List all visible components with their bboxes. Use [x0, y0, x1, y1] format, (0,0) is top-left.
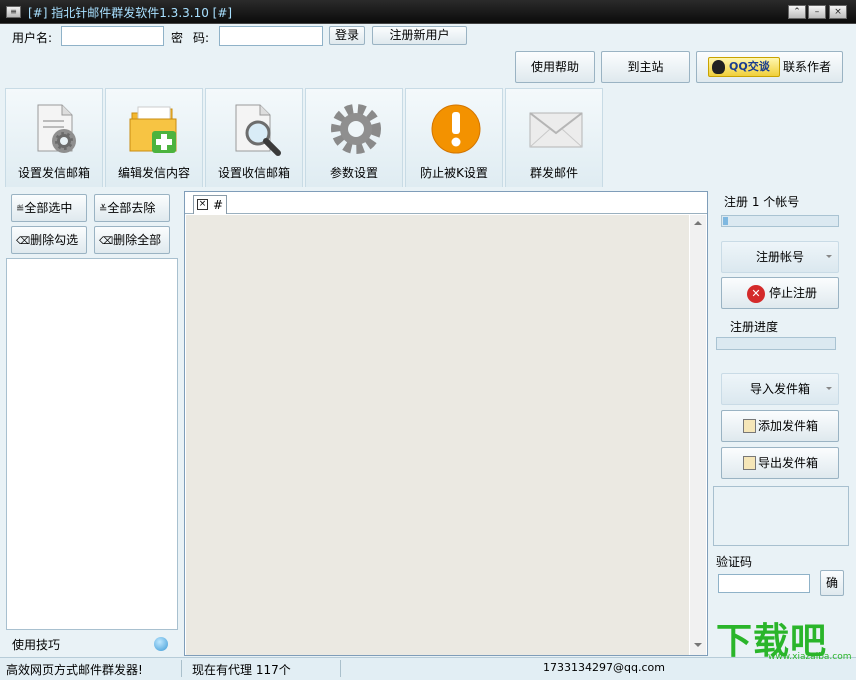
- tab-label: #: [213, 198, 224, 212]
- stop-register-button[interactable]: ✕ 停止注册: [721, 277, 839, 309]
- tab-main[interactable]: × #: [193, 195, 227, 214]
- close-button[interactable]: ×: [829, 5, 847, 19]
- import-sender-label: 导入发件箱: [749, 382, 810, 396]
- register-count-progress-fill: [723, 217, 728, 225]
- sender-list[interactable]: [6, 258, 178, 630]
- register-count-progress: [721, 215, 839, 227]
- window-title: [#] 指北针邮件群发软件1.3.3.10 [#]: [28, 6, 233, 20]
- tool-label: 防止被K设置: [420, 166, 488, 180]
- contact-author-button[interactable]: QQ交谈 联系作者: [696, 51, 843, 83]
- usage-tips-label[interactable]: 使用技巧: [12, 636, 60, 653]
- select-all-label: 全部选中: [24, 201, 73, 215]
- register-panel: 注册 1 个帐号 注册帐号 ✕ 停止注册 注册进度 导入发件箱 添加发件箱 导出…: [710, 188, 852, 656]
- sender-panel: ≝全部选中 ≚全部去除 ⌫删除勾选 ⌫删除全部 使用技巧: [4, 188, 180, 656]
- main-toolbar: 设置发信邮箱 编辑发信内容 设置收信邮箱 参数设置 防止被K设置 群发邮件: [4, 88, 851, 187]
- warning-icon: [431, 104, 481, 154]
- register-log-box: [713, 486, 849, 546]
- gear-icon: [331, 104, 381, 154]
- tool-label: 群发邮件: [529, 166, 578, 180]
- register-count-label: 注册 1 个帐号: [724, 195, 800, 209]
- homepage-button[interactable]: 到主站: [601, 51, 690, 83]
- captcha-label: 验证码: [716, 555, 753, 569]
- qq-penguin-icon: [712, 60, 725, 74]
- qq-chat-badge: QQ交谈: [708, 57, 780, 77]
- tool-anti-block[interactable]: 防止被K设置: [405, 88, 503, 187]
- register-account-button[interactable]: 注册帐号: [721, 241, 839, 273]
- status-divider: [340, 660, 341, 677]
- tool-sender-settings[interactable]: 设置发信邮箱: [5, 88, 103, 187]
- tool-edit-content[interactable]: 编辑发信内容: [105, 88, 203, 187]
- vertical-scrollbar[interactable]: [690, 215, 706, 655]
- deselect-all-label: 全部去除: [107, 201, 156, 215]
- eraser-icon: ⌫: [99, 236, 114, 247]
- delete-all-button[interactable]: ⌫删除全部: [94, 226, 170, 254]
- tool-send-mail[interactable]: 群发邮件: [505, 88, 603, 187]
- tool-label: 设置收信邮箱: [217, 166, 290, 180]
- contact-author-label: 联系作者: [783, 60, 832, 74]
- export-sender-button[interactable]: 导出发件箱: [721, 447, 839, 479]
- register-account-label: 注册帐号: [755, 250, 804, 264]
- help-button[interactable]: 使用帮助: [515, 51, 595, 83]
- export-sender-label: 导出发件箱: [757, 456, 818, 470]
- delete-checked-button[interactable]: ⌫删除勾选: [11, 226, 87, 254]
- password-label-a: 密: [171, 31, 184, 45]
- stop-register-label: 停止注册: [768, 286, 817, 300]
- title-bar: ≡ [#] 指北针邮件群发软件1.3.3.10 [#] ⌃ – ×: [0, 0, 856, 24]
- chevron-down-icon: [826, 255, 832, 258]
- scroll-down-icon[interactable]: [694, 643, 702, 647]
- system-menu-icon[interactable]: ≡: [6, 6, 21, 18]
- captcha-confirm-button[interactable]: 确: [820, 570, 844, 596]
- xiazaiba-watermark: 下载吧 www.xiazaiba.com: [714, 612, 852, 664]
- editor-content[interactable]: [186, 215, 689, 655]
- status-proxy-count: 现在有代理 117个: [192, 663, 291, 677]
- password-label-b: 码:: [193, 31, 210, 45]
- import-sender-button[interactable]: 导入发件箱: [721, 373, 839, 405]
- register-progress-bar: [716, 337, 836, 350]
- export-list-icon: [743, 456, 756, 470]
- delete-checked-label: 删除勾选: [30, 233, 79, 247]
- document-gear-icon: [37, 104, 76, 153]
- editor-area: × #: [184, 191, 708, 656]
- tool-label: 设置发信邮箱: [17, 166, 90, 180]
- delete-all-label: 删除全部: [113, 233, 162, 247]
- scroll-up-icon[interactable]: [694, 221, 702, 225]
- restore-button[interactable]: ⌃: [788, 5, 806, 19]
- document-search-icon: [235, 104, 281, 156]
- watermark-url: www.xiazaiba.com: [768, 652, 852, 662]
- qq-badge-text: QQ交谈: [729, 60, 770, 73]
- add-sender-label: 添加发件箱: [757, 419, 818, 433]
- tips-bubble-icon[interactable]: [154, 637, 168, 651]
- stop-icon: ✕: [747, 285, 765, 303]
- username-label: 用户名:: [12, 31, 53, 45]
- tool-recipient-settings[interactable]: 设置收信邮箱: [205, 88, 303, 187]
- folder-add-icon: [129, 106, 177, 153]
- tool-parameters[interactable]: 参数设置: [305, 88, 403, 187]
- tool-label: 编辑发信内容: [117, 166, 190, 180]
- minimize-button[interactable]: –: [808, 5, 826, 19]
- deselect-all-button[interactable]: ≚全部去除: [94, 194, 170, 222]
- login-button[interactable]: 登录: [329, 26, 365, 45]
- tool-label: 参数设置: [329, 166, 378, 180]
- status-email: 1733134297@qq.com: [543, 661, 665, 674]
- username-input[interactable]: [61, 26, 164, 46]
- chevron-down-icon: [826, 387, 832, 390]
- app-window: ≡ [#] 指北针邮件群发软件1.3.3.10 [#] ⌃ – × 用户名: 密…: [0, 0, 856, 680]
- status-slogan: 高效网页方式邮件群发器!: [6, 663, 143, 677]
- add-list-icon: [743, 419, 756, 433]
- tab-close-icon[interactable]: ×: [197, 199, 208, 210]
- envelope-icon: [529, 112, 583, 148]
- add-sender-button[interactable]: 添加发件箱: [721, 410, 839, 442]
- eraser-icon: ⌫: [16, 236, 31, 247]
- tab-strip: × #: [185, 192, 707, 214]
- register-new-user-button[interactable]: 注册新用户: [372, 26, 467, 45]
- register-progress-label: 注册进度: [730, 320, 779, 334]
- select-all-button[interactable]: ≝全部选中: [11, 194, 87, 222]
- status-divider: [181, 660, 182, 677]
- captcha-input[interactable]: [718, 574, 810, 593]
- password-input[interactable]: [219, 26, 323, 46]
